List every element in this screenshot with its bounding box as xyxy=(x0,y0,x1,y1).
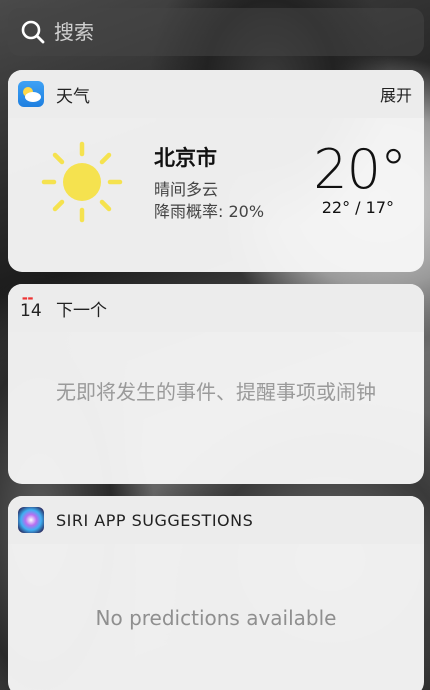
weather-widget-header: 天气 展开 xyxy=(8,70,424,118)
weather-app-icon xyxy=(18,81,44,107)
siri-widget-title: SIRI APP SUGGESTIONS xyxy=(56,510,254,530)
weather-body[interactable]: 北京市 晴间多云 降雨概率: 20% 20° 22° / 17° xyxy=(8,118,424,272)
siri-suggestions-widget: SIRI APP SUGGESTIONS No predictions avai… xyxy=(8,496,424,690)
search-bar[interactable] xyxy=(8,8,424,56)
search-input[interactable] xyxy=(54,20,384,44)
rain-chance: 降雨概率: 20% xyxy=(154,202,265,221)
temperature-range: 22° / 17° xyxy=(321,198,394,217)
up-next-empty-message: 无即将发生的事件、提醒事项或闹钟 xyxy=(56,380,376,404)
city-name: 北京市 xyxy=(154,146,217,170)
weather-app-title: 天气 xyxy=(56,86,90,107)
weather-condition: 晴间多云 xyxy=(154,180,219,199)
calendar-day: 14 xyxy=(20,301,42,321)
search-icon xyxy=(20,19,46,45)
current-temperature: 20° xyxy=(313,138,407,201)
siri-empty-message: No predictions available xyxy=(95,606,337,630)
siri-icon xyxy=(18,507,44,533)
calendar-icon: ▬▬ 14 xyxy=(18,295,44,321)
expand-button[interactable]: 展开 xyxy=(380,82,412,106)
up-next-widget-header: ▬▬ 14 下一个 xyxy=(8,284,424,332)
weather-widget: 天气 展开 北京市 晴间多云 降雨概率: 20% 20° 22° / 17° xyxy=(8,70,424,272)
up-next-widget: ▬▬ 14 下一个 无即将发生的事件、提醒事项或闹钟 xyxy=(8,284,424,484)
sun-icon xyxy=(41,141,123,223)
up-next-title: 下一个 xyxy=(56,300,107,321)
siri-widget-header: SIRI APP SUGGESTIONS xyxy=(8,496,424,544)
